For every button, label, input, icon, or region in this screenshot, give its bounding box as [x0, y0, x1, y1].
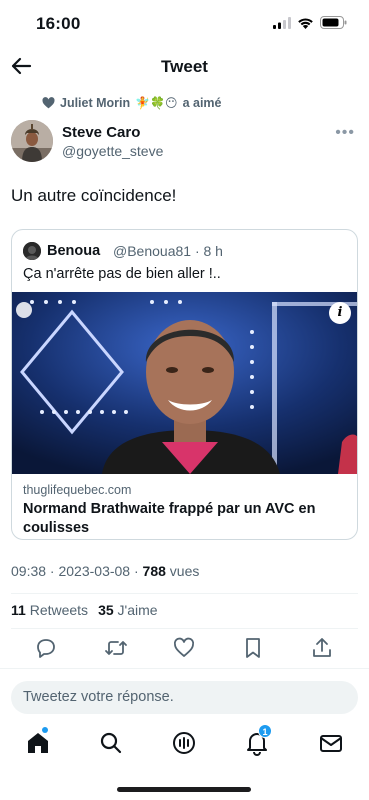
more-options-icon[interactable]: •••	[335, 124, 355, 142]
nav-search[interactable]	[98, 730, 124, 756]
quoted-tweet-text: Ça n'arrête pas de bien aller !..	[23, 266, 221, 282]
page-title: Tweet	[161, 57, 208, 76]
bookmark-icon[interactable]	[241, 636, 265, 660]
quoted-author-avatar	[23, 242, 41, 260]
notifications-badge: 1	[258, 724, 272, 738]
tweet-actions	[0, 636, 369, 664]
liked-by-emojis: 🧚🍀😶	[135, 96, 178, 110]
home-indicator-dot	[42, 727, 48, 733]
nav-home[interactable]	[25, 727, 51, 756]
liked-by-suffix: a aimé	[182, 96, 222, 110]
wifi-icon	[298, 17, 313, 29]
tweet-timestamp: 09:38 · 2023-03-08 · 788 vues	[11, 563, 200, 579]
like-icon[interactable]	[172, 636, 196, 660]
divider	[11, 593, 358, 594]
heart-icon	[42, 97, 55, 109]
info-icon[interactable]: i	[329, 302, 351, 324]
tweet-text: Un autre coïncidence!	[11, 186, 177, 205]
spaces-icon	[173, 732, 195, 754]
home-indicator	[117, 787, 251, 792]
nav-notifications[interactable]: 1	[244, 724, 272, 756]
quoted-handle-time: @Benoua81 · 8 h	[113, 243, 223, 259]
nav-spaces[interactable]	[171, 730, 197, 756]
retweets-stat[interactable]: 11 Retweets	[11, 602, 88, 618]
likes-stat[interactable]: 35 J'aime	[98, 602, 158, 618]
signal-icon	[273, 16, 291, 29]
bottom-nav: 1	[0, 724, 369, 760]
article-image[interactable]: i	[12, 292, 357, 474]
views-label: vues	[165, 563, 200, 579]
article-headline[interactable]: Normand Brathwaite frappé par un AVC en …	[23, 500, 343, 538]
retweet-icon[interactable]	[104, 636, 128, 660]
status-icons	[273, 16, 347, 29]
status-time: 16:00	[36, 14, 81, 33]
share-icon[interactable]	[310, 636, 334, 660]
engagement-stats: 11 Retweets 35 J'aime	[11, 602, 158, 618]
battery-icon	[320, 16, 347, 29]
home-icon	[28, 733, 48, 753]
author-avatar[interactable]	[11, 120, 53, 162]
nav-messages[interactable]	[318, 730, 344, 756]
liked-by-row[interactable]: Juliet Morin 🧚🍀😶 a aimé	[42, 96, 221, 110]
quoted-author-name: Benoua	[47, 243, 101, 259]
article-domain: thuglifequebec.com	[23, 483, 132, 497]
liked-by-name: Juliet Morin	[60, 96, 131, 110]
mail-icon	[320, 735, 342, 752]
quoted-tweet-card[interactable]: Benoua @Benoua81 · 8 h Ça n'arrête pas d…	[11, 229, 358, 540]
views-count: 788	[142, 563, 166, 579]
divider	[11, 628, 358, 629]
author-handle[interactable]: @goyette_steve	[62, 143, 163, 159]
reply-icon[interactable]	[34, 636, 58, 660]
author-name[interactable]: Steve Caro	[62, 124, 140, 141]
search-icon	[100, 732, 122, 754]
reply-input[interactable]: Tweetez votre réponse.	[11, 681, 358, 714]
divider	[0, 668, 369, 669]
